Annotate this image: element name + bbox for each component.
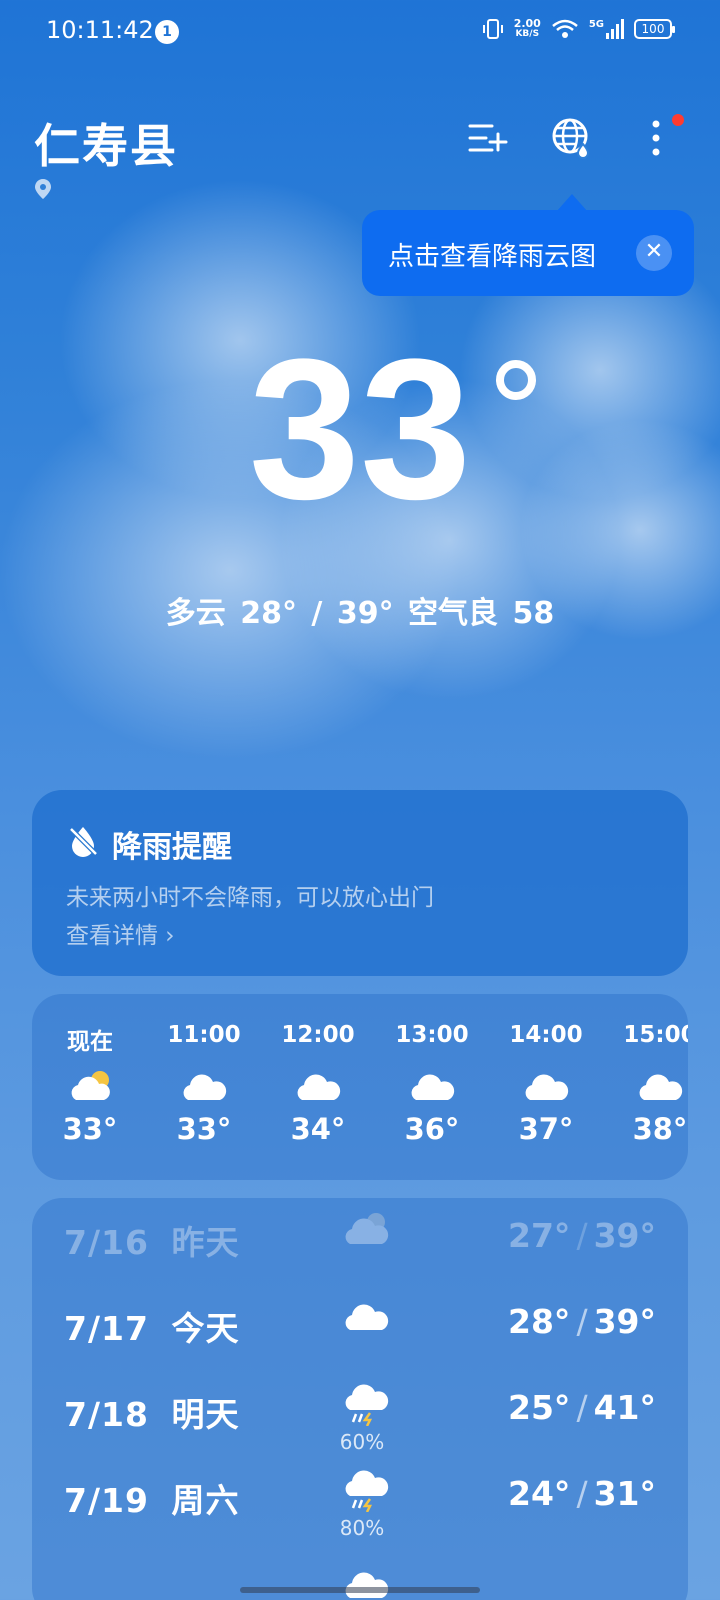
wifi-icon — [552, 19, 578, 38]
day-label: 周六 — [171, 1481, 240, 1520]
more-options-icon[interactable] — [634, 116, 678, 160]
net-speed-value: 2.00 — [513, 17, 541, 30]
view-details-link[interactable]: 查看详情 › — [66, 916, 175, 950]
day-high: 39° — [593, 1216, 656, 1255]
daily-forecast-card[interactable]: 7/16 昨天 27°/39° 7/17 今天 28°/39° 7/18 明天 — [32, 1198, 688, 1600]
day-low: 27° — [508, 1216, 571, 1255]
net-speed: 2.00 KB/S — [514, 18, 541, 40]
status-time: 10:11:42 — [46, 16, 154, 44]
add-city-icon[interactable] — [466, 116, 510, 160]
day-low: 25° — [508, 1388, 571, 1427]
day-temp-range: 27°/39° — [508, 1216, 656, 1255]
day-date-value: 7/18 — [64, 1395, 149, 1434]
partly-cloudy-night-icon — [345, 1213, 389, 1244]
cloudy-icon — [183, 1074, 227, 1100]
cloudy-icon — [411, 1074, 455, 1100]
day-date: 7/18 明天 — [64, 1388, 239, 1436]
hour-time: 现在 — [67, 1029, 113, 1055]
cellular-signal: 5G — [589, 19, 624, 39]
daily-row[interactable]: 7/16 昨天 27°/39° — [32, 1198, 688, 1278]
signal-bars-icon — [606, 19, 624, 39]
day-date-value: 7/16 — [64, 1223, 149, 1262]
day-date-value: 7/17 — [64, 1309, 149, 1348]
status-icons: 2.00 KB/S 5G 100 — [482, 18, 675, 40]
location-pin-icon — [35, 179, 51, 199]
rain-reminder-title: 降雨提醒 — [112, 830, 232, 865]
cloudy-icon — [525, 1074, 569, 1100]
home-indicator-bar[interactable] — [240, 1587, 480, 1593]
hourly-item: 现在 33° — [32, 1022, 148, 1146]
hourly-item: 15:00 38° — [602, 1022, 688, 1146]
day-date: 7/19 周六 — [64, 1474, 239, 1522]
hourly-item: 11:00 33° — [146, 1022, 262, 1146]
hour-time: 14:00 — [509, 1022, 583, 1048]
hour-temp: 37° — [518, 1112, 574, 1146]
day-high: 31° — [593, 1474, 656, 1513]
partly-cloudy-day-icon — [71, 1071, 110, 1100]
day-temp-range: 25°/41° — [508, 1388, 656, 1427]
hourly-item: 13:00 36° — [374, 1022, 490, 1146]
notification-count-badge: 1 — [155, 20, 179, 44]
day-high: 41° — [593, 1388, 656, 1427]
day-low: 28° — [508, 1302, 571, 1341]
thunderstorm-icon — [345, 1384, 389, 1426]
notification-dot — [672, 114, 684, 126]
day-label: 昨天 — [171, 1223, 240, 1262]
day-label: 今天 — [171, 1309, 240, 1348]
city-name[interactable]: 仁寿县 — [34, 110, 178, 176]
hour-time: 12:00 — [281, 1022, 355, 1048]
daily-row[interactable]: 7/18 明天 60% 25°/41° — [32, 1370, 688, 1454]
hourly-forecast-card[interactable]: 现在 33° 11:00 33° 12:00 34° 13:00 36° 14:… — [32, 994, 688, 1180]
hourly-item: 12:00 34° — [260, 1022, 376, 1146]
day-label: 明天 — [171, 1395, 240, 1434]
hour-time: 11:00 — [167, 1022, 241, 1048]
degree-symbol-icon — [496, 360, 536, 400]
day-high: 39° — [593, 1302, 656, 1341]
vibrate-icon — [482, 19, 503, 39]
hour-temp: 38° — [632, 1112, 688, 1146]
daily-row[interactable]: 7/17 今天 28°/39° — [32, 1284, 688, 1364]
tooltip-text: 点击查看降雨云图 — [388, 242, 597, 272]
tooltip-close-button[interactable]: ✕ — [636, 235, 672, 271]
cloudy-icon — [345, 1304, 389, 1330]
cloudy-icon — [639, 1074, 683, 1100]
day-date: 7/16 昨天 — [64, 1216, 239, 1264]
precipitation-probability: 80% — [339, 1516, 385, 1540]
hour-time: 15:00 — [623, 1022, 688, 1048]
cloudy-icon — [345, 1572, 389, 1598]
hour-temp: 33° — [176, 1112, 232, 1146]
day-date-value: 7/19 — [64, 1481, 149, 1520]
day-temp-range: 24°/31° — [508, 1474, 656, 1513]
hour-temp: 33° — [62, 1112, 118, 1146]
rain-map-tooltip[interactable]: 点击查看降雨云图 ✕ — [362, 194, 694, 296]
network-type-label: 5G — [588, 19, 604, 30]
precipitation-probability: 60% — [339, 1430, 385, 1454]
battery-indicator: 100 — [634, 19, 675, 39]
no-rain-drop-icon — [69, 827, 98, 857]
weather-summary: 多云 28° / 39° 空气良 58 — [165, 596, 555, 631]
day-low: 24° — [508, 1474, 571, 1513]
hourly-item: 14:00 37° — [488, 1022, 604, 1146]
thunderstorm-icon — [345, 1470, 389, 1512]
cloudy-icon — [297, 1074, 341, 1100]
day-temp-range: 28°/39° — [508, 1302, 656, 1341]
rain-reminder-description: 未来两小时不会降雨，可以放心出门 — [66, 885, 434, 911]
current-temperature: 33 — [248, 318, 472, 541]
hour-temp: 36° — [404, 1112, 460, 1146]
hour-temp: 34° — [290, 1112, 346, 1146]
daily-row[interactable]: 7/19 周六 80% 24°/31° — [32, 1456, 688, 1540]
rain-map-globe-icon[interactable] — [550, 116, 594, 160]
rain-reminder-card[interactable]: 降雨提醒 未来两小时不会降雨，可以放心出门 查看详情 › — [32, 790, 688, 976]
net-speed-unit: KB/S — [515, 29, 540, 39]
day-date: 7/17 今天 — [64, 1302, 239, 1350]
hour-time: 13:00 — [395, 1022, 469, 1048]
status-bar: 10:11:42 1 2.00 KB/S 5G 100 — [0, 0, 720, 64]
